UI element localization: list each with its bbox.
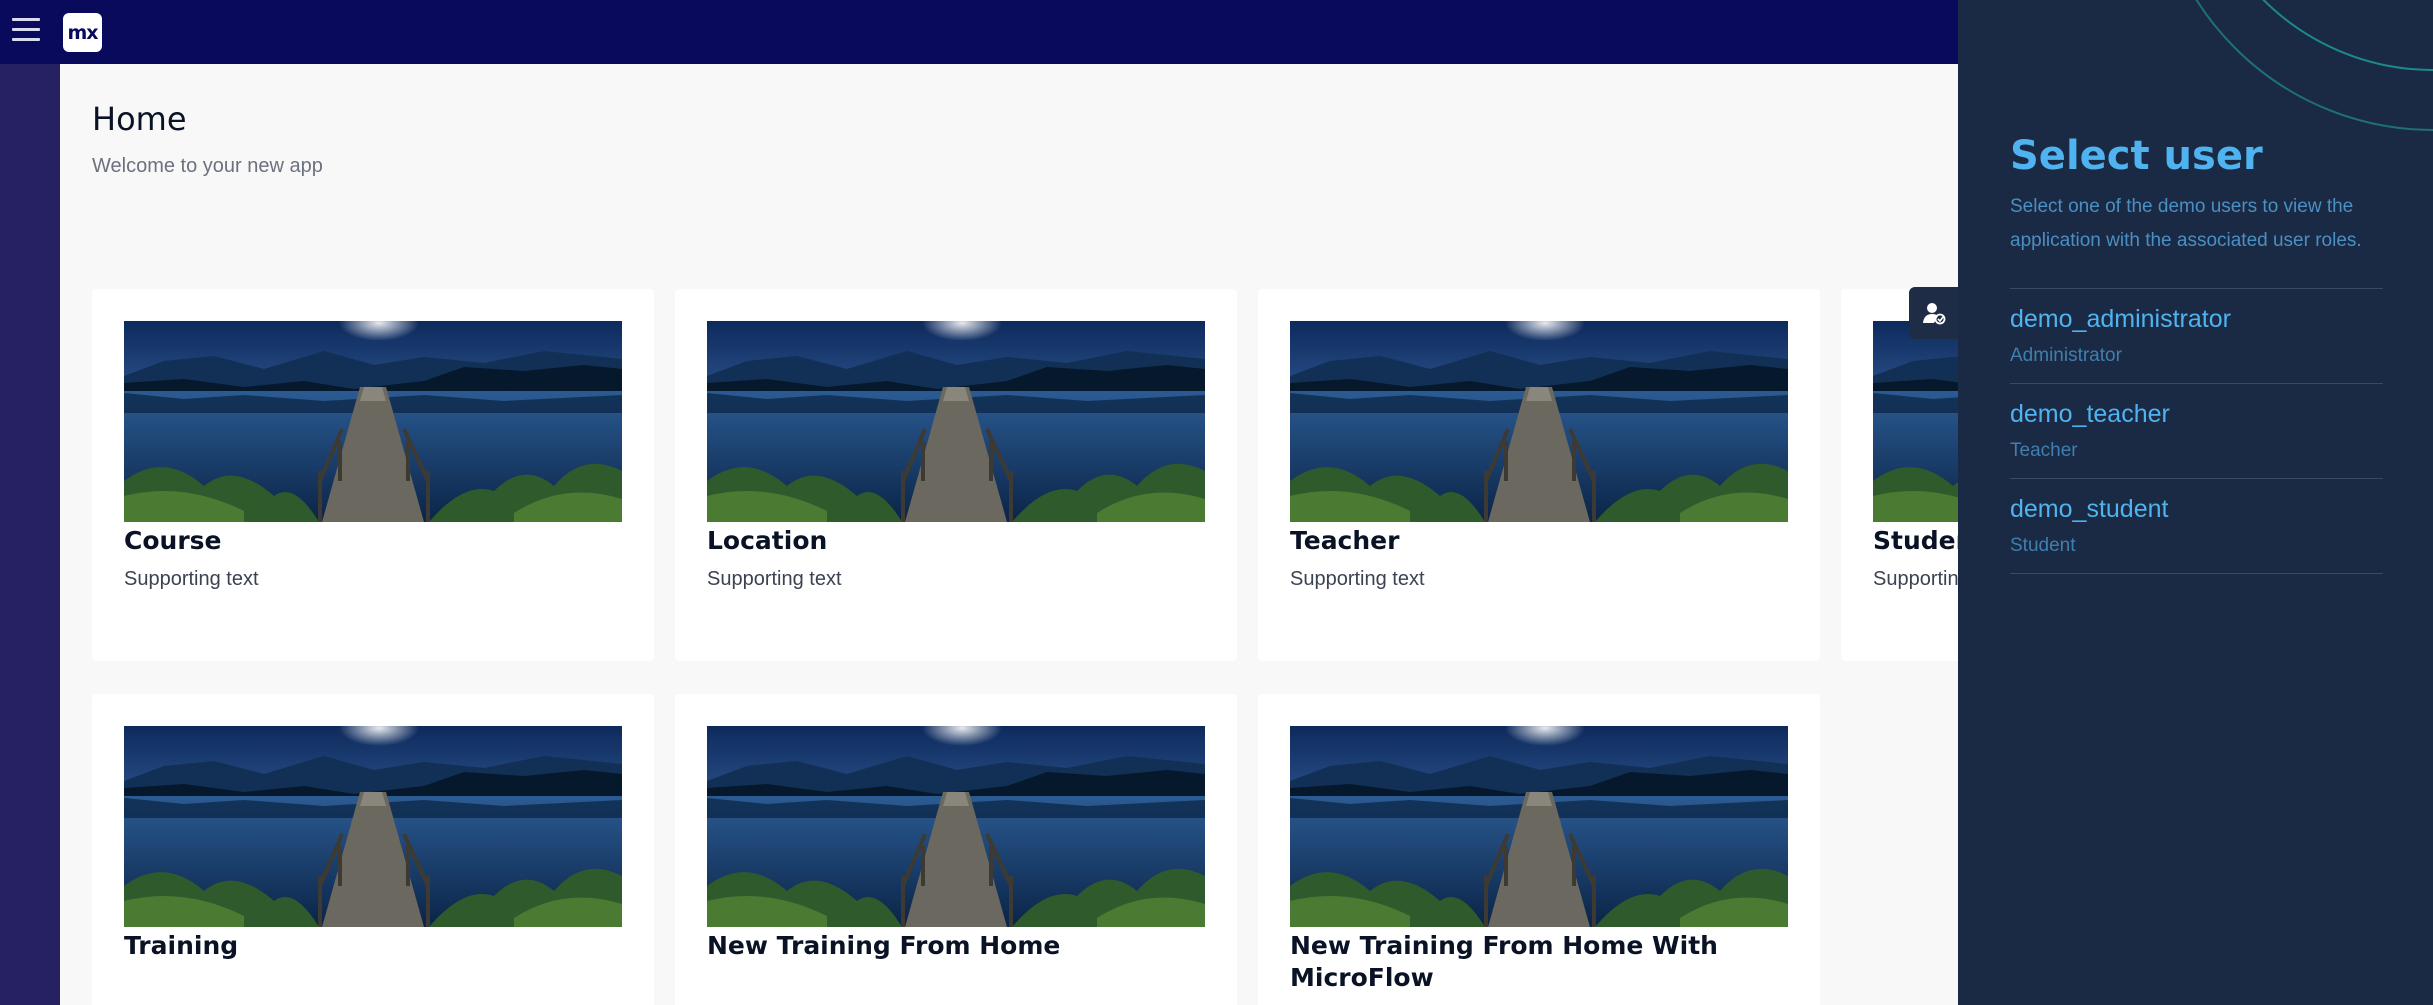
card-title: New Training From Home With MicroFlow [1290,931,1718,992]
app-logo[interactable]: mx [63,13,102,52]
card-new-training-from-home[interactable]: New Training From Home [675,694,1237,1005]
card-image [707,321,1205,522]
user-name: demo_administrator [2010,305,2231,333]
user-item-demo-administrator[interactable]: demo_administrator Administrator [2010,288,2383,383]
card-title: Course [124,526,222,555]
card-image [707,726,1205,927]
user-name: demo_student [2010,495,2169,523]
panel-description: Select one of the demo users to view the… [2010,196,2362,251]
user-name: demo_teacher [2010,400,2170,428]
card-text: Supporting text [1873,568,1958,590]
sidebar [0,64,60,1005]
page-title: Home [92,100,187,138]
user-role: Administrator [2010,345,2122,366]
panel-title: Select user [2010,133,2263,179]
card-location[interactable]: Location Supporting text [675,289,1237,661]
card-new-training-microflow[interactable]: New Training From Home With MicroFlow [1258,694,1820,1005]
main-content: Home Welcome to your new app Course Supp… [60,64,1958,1005]
card-image [124,321,622,522]
card-title: New Training From Home [707,931,1061,960]
user-switch-icon[interactable] [1909,287,1958,339]
user-list: demo_administrator Administrator demo_te… [2010,288,2383,574]
user-role: Student [2010,535,2076,556]
card-title: Student [1873,526,1958,555]
card-text: Supporting text [707,568,842,590]
panel-decoration [2195,0,2433,131]
card-text: Supporting text [124,568,259,590]
card-image [1290,321,1788,522]
select-user-panel: Select user Select one of the demo users… [1958,0,2433,1005]
card-student[interactable]: Student Supporting text [1841,289,1958,661]
card-text: Supporting text [1290,568,1425,590]
card-image [1873,321,1958,522]
card-image [1290,726,1788,927]
user-role: Teacher [2010,440,2078,461]
card-title: Teacher [1290,526,1400,555]
card-course[interactable]: Course Supporting text [92,289,654,661]
user-item-demo-student[interactable]: demo_student Student [2010,478,2383,574]
user-item-demo-teacher[interactable]: demo_teacher Teacher [2010,383,2383,478]
card-title: Location [707,526,828,555]
card-image [124,726,622,927]
card-teacher[interactable]: Teacher Supporting text [1258,289,1820,661]
hamburger-icon[interactable] [12,18,40,44]
card-title: Training [124,931,239,960]
page-subtitle: Welcome to your new app [92,155,323,177]
card-training[interactable]: Training [92,694,654,1005]
